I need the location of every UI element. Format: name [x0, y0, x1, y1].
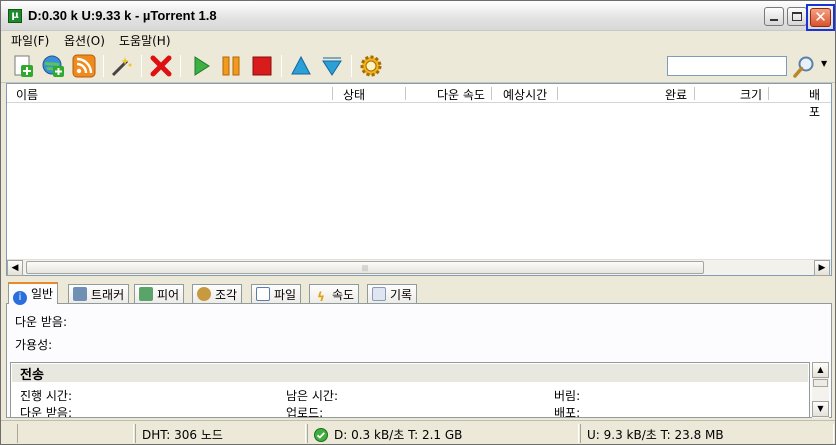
tab-log-label: 기록 — [390, 288, 413, 302]
scroll-left-icon[interactable]: ◀ — [7, 260, 23, 276]
column-status[interactable]: 상태 — [343, 86, 365, 103]
scroll-up-icon[interactable]: ▲ — [812, 362, 829, 378]
move-up-icon[interactable] — [289, 54, 313, 78]
toolbar-separator — [141, 55, 142, 77]
transfer-section: 전송 진행 시간: 남은 시간: 버림: 다운 받음: 업로드: 배포: — [10, 362, 810, 418]
close-icon: ✕ — [814, 8, 827, 26]
rss-icon[interactable] — [72, 54, 96, 78]
maximize-button[interactable] — [787, 7, 807, 26]
dht-status: DHT: 306 노드 — [135, 424, 306, 443]
add-url-icon[interactable] — [41, 54, 65, 78]
files-icon — [256, 287, 270, 301]
stop-icon[interactable] — [250, 54, 274, 78]
tab-trackers[interactable]: 트래커 — [68, 284, 130, 304]
window-title: D:0.30 k U:9.33 k - µTorrent 1.8 — [28, 8, 217, 23]
seeds-label: 배포: — [554, 406, 581, 418]
column-seeds[interactable]: 배포 — [809, 86, 831, 120]
tab-pieces[interactable]: 조각 — [192, 284, 243, 304]
peers-icon — [139, 287, 153, 301]
menu-file[interactable]: 파일(F) — [11, 32, 49, 49]
create-torrent-icon[interactable] — [110, 54, 134, 78]
tab-speed-label: 속도 — [332, 288, 355, 302]
info-icon: i — [13, 291, 27, 305]
vertical-scroll-thumb[interactable] — [813, 379, 828, 387]
general-panel: 다운 받음: 가용성: 전송 진행 시간: 남은 시간: 버림: 다운 받음: … — [6, 303, 832, 418]
toolbar: ▼ — [1, 50, 835, 83]
search-icon[interactable] — [792, 55, 816, 79]
maximize-icon — [792, 12, 802, 21]
tracker-icon — [73, 287, 87, 301]
column-divider[interactable] — [332, 87, 333, 100]
column-divider[interactable] — [557, 87, 558, 100]
main-window: µ D:0.30 k U:9.33 k - µTorrent 1.8 ✕ 파일(… — [0, 0, 836, 445]
tab-pieces-label: 조각 — [215, 288, 238, 302]
minimize-button[interactable] — [764, 7, 784, 26]
toolbar-separator — [351, 55, 352, 77]
elapsed-label: 진행 시간: — [20, 389, 73, 403]
tab-general[interactable]: i 일반 — [8, 282, 59, 305]
column-divider[interactable] — [405, 87, 406, 100]
utorrent-app-icon: µ — [8, 9, 22, 23]
wasted-label: 버림: — [554, 389, 581, 403]
horizontal-scroll-thumb[interactable]: ||| — [26, 261, 704, 274]
close-button[interactable]: ✕ — [810, 8, 831, 27]
downloaded-label: 다운 받음: — [15, 315, 68, 329]
column-name[interactable]: 이름 — [16, 86, 38, 103]
minimize-icon — [770, 19, 778, 21]
horizontal-scrollbar[interactable]: ◀ ||| ▶ — [7, 259, 831, 276]
column-divider[interactable] — [694, 87, 695, 100]
scroll-down-icon[interactable]: ▼ — [812, 401, 829, 417]
column-divider[interactable] — [768, 87, 769, 100]
downloaded-transfer-label: 다운 받음: — [20, 406, 73, 418]
column-divider[interactable] — [491, 87, 492, 100]
toolbar-separator — [103, 55, 104, 77]
move-down-icon[interactable] — [320, 54, 344, 78]
preferences-icon[interactable] — [359, 54, 383, 78]
column-eta[interactable]: 예상시간 — [503, 86, 547, 103]
menu-options[interactable]: 옵션(O) — [64, 32, 105, 49]
vertical-scrollbar[interactable]: ▲ ▼ — [812, 362, 829, 418]
column-size[interactable]: 크기 — [740, 86, 762, 103]
column-done[interactable]: 완료 — [665, 86, 687, 103]
search-dropdown-icon[interactable]: ▼ — [821, 59, 827, 68]
remove-icon[interactable] — [149, 54, 173, 78]
toolbar-separator — [281, 55, 282, 77]
add-torrent-icon[interactable] — [11, 54, 35, 78]
tab-peers[interactable]: 피어 — [134, 284, 185, 304]
availability-label: 가용성: — [15, 338, 53, 352]
pause-icon[interactable] — [219, 54, 243, 78]
tab-log[interactable]: 기록 — [367, 284, 418, 304]
menu-bar: 파일(F) 옵션(O) 도움말(H) — [1, 31, 835, 50]
tab-general-label: 일반 — [31, 287, 54, 301]
tab-files-label: 파일 — [274, 288, 297, 302]
download-status-cell: D: 0.3 kB/초 T: 2.1 GB — [307, 424, 579, 443]
pieces-icon — [197, 287, 211, 301]
uploaded-label: 업로드: — [286, 406, 324, 418]
start-icon[interactable] — [189, 54, 213, 78]
download-status: D: 0.3 kB/초 T: 2.1 GB — [334, 428, 463, 442]
ok-check-icon — [314, 428, 328, 442]
tab-peers-label: 피어 — [157, 288, 180, 302]
tab-files[interactable]: 파일 — [251, 284, 302, 304]
lightning-icon: ϟ — [317, 290, 325, 304]
scroll-grip-icon: ||| — [362, 265, 369, 272]
remaining-label: 남은 시간: — [286, 389, 339, 403]
close-button-highlight: ✕ — [806, 4, 835, 31]
tab-speed[interactable]: ϟ 속도 — [309, 284, 360, 304]
status-blank-cell — [17, 424, 134, 443]
search-input[interactable] — [667, 56, 787, 76]
status-bar: DHT: 306 노드 D: 0.3 kB/초 T: 2.1 GB U: 9.3… — [1, 420, 835, 444]
column-header-row: 이름 상태 다운 속도 예상시간 완료 크기 배포 — [7, 84, 831, 119]
scroll-right-icon[interactable]: ▶ — [814, 260, 830, 276]
column-down-speed[interactable]: 다운 속도 — [437, 86, 485, 103]
menu-help[interactable]: 도움말(H) — [119, 32, 171, 49]
toolbar-separator — [180, 55, 181, 77]
log-icon — [372, 287, 386, 301]
upload-status: U: 9.3 kB/초 T: 23.8 MB — [580, 424, 834, 443]
title-bar[interactable]: µ D:0.30 k U:9.33 k - µTorrent 1.8 ✕ — [1, 1, 835, 31]
torrent-list[interactable]: 이름 상태 다운 속도 예상시간 완료 크기 배포 ◀ ||| ▶ — [6, 83, 832, 276]
tab-trackers-label: 트래커 — [91, 288, 125, 302]
transfer-heading: 전송 — [12, 364, 808, 383]
detail-tabs: i 일반 트래커 피어 조각 파일 ϟ 속도 기록 — [6, 282, 832, 305]
